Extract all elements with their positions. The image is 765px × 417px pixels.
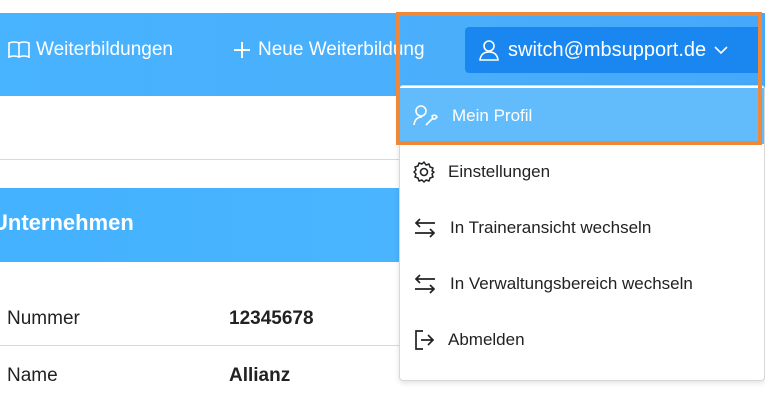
- chevron-down-icon: [714, 46, 728, 55]
- user-email: switch@mbsupport.de: [508, 38, 707, 61]
- book-icon: [8, 41, 30, 59]
- user-menu-button[interactable]: switch@mbsupport.de: [465, 27, 762, 73]
- plus-icon: [234, 42, 250, 58]
- menu-item-label: Abmelden: [448, 330, 525, 349]
- nav-weiterbildungen-label: Weiterbildungen: [36, 39, 173, 60]
- nav-weiterbildungen-link[interactable]: Weiterbildungen: [8, 36, 173, 64]
- menu-item-traineransicht[interactable]: In Traineransicht wechseln: [400, 200, 764, 256]
- nav-neue-weiterbildung-link[interactable]: Neue Weiterbildung: [232, 36, 425, 64]
- user-icon: [479, 40, 499, 61]
- menu-item-mein-profil[interactable]: Mein Profil: [400, 88, 764, 144]
- menu-item-einstellungen[interactable]: Einstellungen: [400, 144, 764, 200]
- menu-item-verwaltungsbereich[interactable]: In Verwaltungsbereich wechseln: [400, 256, 764, 312]
- user-wrench-icon: [413, 105, 439, 126]
- menu-item-label: In Traineransicht wechseln: [450, 218, 652, 237]
- menu-item-abmelden[interactable]: Abmelden: [400, 312, 764, 368]
- nav-neue-weiterbildung-label: Neue Weiterbildung: [258, 39, 425, 60]
- menu-item-label: Mein Profil: [452, 106, 533, 125]
- section-title: Unternehmen: [0, 210, 134, 235]
- divider: [0, 159, 399, 160]
- user-dropdown-menu: Mein Profil Einstellungen In Traineransi…: [399, 85, 765, 381]
- menu-item-label: Einstellungen: [448, 162, 551, 181]
- detail-value-name: Allianz: [229, 365, 291, 386]
- gear-icon: [413, 161, 435, 183]
- menu-item-label: In Verwaltungsbereich wechseln: [450, 274, 693, 293]
- row-divider: [0, 345, 399, 346]
- swap-arrows-icon: [414, 274, 436, 294]
- detail-value-nummer: 12345678: [229, 308, 314, 329]
- swap-arrows-icon: [414, 218, 436, 238]
- detail-label-name: Name: [7, 365, 58, 386]
- logout-icon: [415, 330, 435, 350]
- detail-label-nummer: Nummer: [7, 308, 80, 329]
